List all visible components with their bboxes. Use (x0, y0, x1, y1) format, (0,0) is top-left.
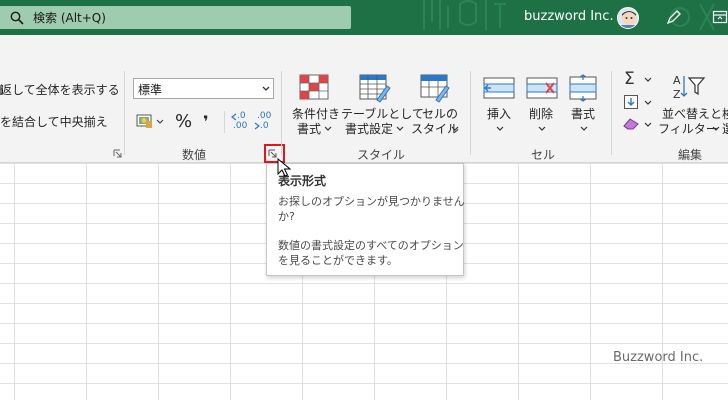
insert-cells-button[interactable]: 挿入 (487, 107, 511, 121)
chevron-down-icon (262, 86, 270, 91)
conditional-formatting-label[interactable]: 条件付き (292, 107, 340, 121)
svg-text:A: A (673, 74, 681, 87)
sigma-icon: Σ (624, 69, 635, 89)
ribbon-display-icon[interactable] (712, 9, 728, 25)
decrease-decimal-bottom: .0 (260, 121, 269, 131)
search-icon (10, 11, 24, 25)
styles-group-label: スタイル (357, 148, 406, 162)
increase-decimal-bottom: .00 (233, 121, 248, 131)
mouse-cursor-icon (277, 158, 291, 177)
clear-button[interactable] (622, 116, 656, 134)
merge-center-button[interactable]: を結合して中央揃え (0, 115, 108, 129)
format-cells-icon (569, 74, 597, 102)
find-select-label-partial2[interactable]: 選 (722, 122, 728, 136)
find-select-label-partial[interactable]: 検 (722, 107, 728, 121)
watermark: Buzzword Inc. (613, 350, 704, 365)
chevron-down-icon (644, 100, 652, 105)
ribbon-separator (281, 71, 282, 155)
insert-cells-icon (483, 77, 515, 99)
chevron-down-icon (396, 126, 404, 131)
ribbon-separator (470, 71, 471, 155)
title-bar: 検索 (Alt+Q) buzzword Inc. (0, 0, 728, 35)
search-placeholder: 検索 (Alt+Q) (33, 11, 106, 25)
cell-styles-label[interactable]: セルの (422, 107, 458, 121)
avatar[interactable] (617, 7, 639, 29)
chevron-down-icon (496, 126, 504, 131)
tooltip-line: を見ることができます。 (278, 254, 398, 267)
cell-styles-icon (420, 74, 450, 103)
format-as-table-label[interactable]: テーブルとして (341, 107, 424, 121)
chevron-down-icon (324, 126, 332, 131)
sort-filter-label2[interactable]: フィルター (658, 122, 718, 136)
number-format-dropdown[interactable]: 標準 (133, 78, 274, 99)
ribbon-separator (224, 111, 225, 133)
chevron-down-icon (538, 126, 546, 131)
delete-cells-button[interactable]: 削除 (529, 107, 553, 121)
chevron-down-icon (644, 122, 652, 127)
accounting-format-icon[interactable] (136, 112, 166, 130)
comma-style-button[interactable]: ❜ (203, 112, 209, 132)
format-as-table-icon (359, 74, 391, 103)
eraser-icon (623, 118, 639, 130)
sort-filter-label[interactable]: 並べ替えと (662, 107, 722, 121)
wrap-text-button[interactable]: 返して全体を表示する (0, 83, 120, 97)
decrease-decimal-top: .00 (257, 111, 272, 121)
format-as-table-label2[interactable]: 書式設定 (345, 122, 393, 136)
chevron-down-icon (712, 126, 720, 131)
fill-down-icon (624, 95, 638, 109)
delete-cells-icon (526, 77, 558, 99)
chevron-down-icon (451, 126, 459, 131)
chevron-down-icon (580, 126, 588, 131)
autosum-button[interactable]: Σ (622, 70, 656, 90)
decrease-decimal-button[interactable]: .00 .0 (254, 111, 274, 133)
increase-decimal-top: .0 (237, 111, 246, 121)
svg-text:Z: Z (673, 88, 681, 101)
chevron-down-icon (644, 77, 652, 82)
tooltip-line: お探しのオプションが見つかりません (278, 195, 465, 208)
account-name: buzzword Inc. (524, 9, 614, 24)
ribbon-separator (611, 71, 612, 155)
search-box[interactable]: 検索 (Alt+Q) (0, 6, 351, 29)
alignment-dialog-launcher[interactable] (113, 149, 123, 159)
fill-button[interactable] (622, 94, 656, 112)
ribbon-separator (124, 71, 125, 155)
number-group-label: 数値 (182, 148, 207, 162)
increase-decimal-button[interactable]: .0 .00 (231, 111, 249, 133)
sort-filter-icon: A Z (673, 74, 706, 101)
percent-style-button[interactable]: % (175, 112, 192, 132)
tooltip-line: か? (278, 210, 295, 223)
number-format-tooltip: 表示形式 お探しのオプションが見つかりません か? 数値の書式設定のすべてのオプ… (266, 163, 465, 276)
conditional-formatting-label2[interactable]: 書式 (297, 122, 321, 136)
format-cells-button[interactable]: 書式 (571, 107, 595, 121)
editing-group-label: 編集 (678, 148, 703, 162)
cells-group-label: セル (531, 148, 556, 162)
tooltip-line: 数値の書式設定のすべてのオプション (278, 239, 464, 252)
pen-icon[interactable] (665, 8, 683, 26)
number-format-value: 標準 (138, 83, 163, 97)
conditional-formatting-icon (299, 74, 329, 100)
